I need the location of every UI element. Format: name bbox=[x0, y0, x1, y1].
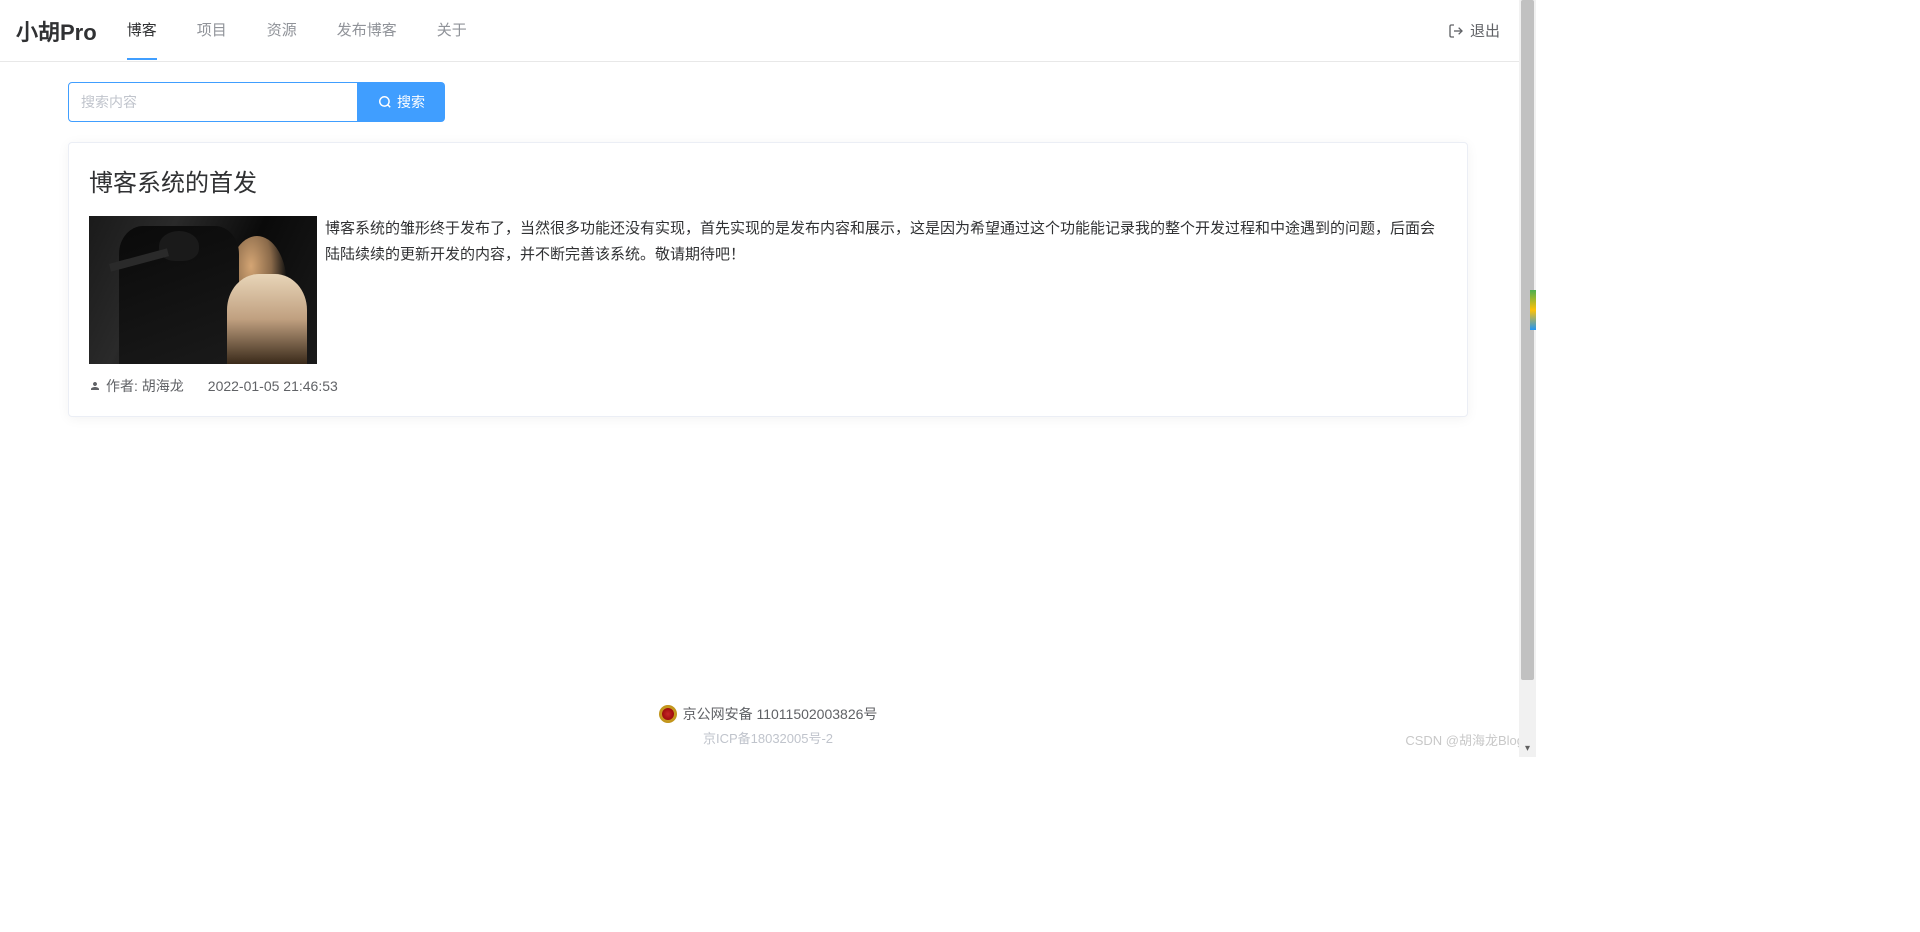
post-title: 博客系统的首发 bbox=[89, 163, 1447, 198]
post-card[interactable]: 博客系统的首发 博客系统的雏形终于发布了，当然很多功能还没有实现，首先实现的是发… bbox=[68, 142, 1468, 417]
brand-logo[interactable]: 小胡Pro bbox=[16, 15, 97, 47]
nav-item-resource[interactable]: 资源 bbox=[267, 1, 297, 60]
scrollbar[interactable]: ▾ bbox=[1519, 0, 1536, 757]
search-button-label: 搜索 bbox=[397, 92, 425, 112]
nav-item-project[interactable]: 项目 bbox=[197, 1, 227, 60]
post-author-label: 作者: 胡海龙 bbox=[106, 376, 184, 396]
beian-text: 京公网安备 11011502003826号 bbox=[683, 704, 878, 724]
side-color-tab bbox=[1530, 290, 1536, 330]
search-button[interactable]: 搜索 bbox=[358, 82, 445, 122]
nav-left: 小胡Pro 博客 项目 资源 发布博客 关于 bbox=[16, 1, 467, 60]
post-author: 作者: 胡海龙 bbox=[89, 376, 184, 396]
post-body: 博客系统的雏形终于发布了，当然很多功能还没有实现，首先实现的是发布内容和展示，这… bbox=[89, 216, 1447, 364]
search-input[interactable] bbox=[68, 82, 358, 122]
logout-icon bbox=[1448, 23, 1464, 39]
nav-item-about[interactable]: 关于 bbox=[437, 1, 467, 60]
search-row: 搜索 bbox=[68, 82, 1468, 122]
watermark: CSDN @胡海龙Blog bbox=[1405, 730, 1524, 749]
scrollbar-thumb[interactable] bbox=[1521, 0, 1534, 680]
post-summary: 博客系统的雏形终于发布了，当然很多功能还没有实现，首先实现的是发布内容和展示，这… bbox=[325, 216, 1447, 364]
post-meta: 作者: 胡海龙 2022-01-05 21:46:53 bbox=[89, 376, 1447, 396]
post-thumbnail bbox=[89, 216, 317, 364]
footer-beian[interactable]: 京公网安备 11011502003826号 bbox=[0, 704, 1536, 724]
nav-items: 博客 项目 资源 发布博客 关于 bbox=[127, 1, 467, 60]
scroll-down-arrow[interactable]: ▾ bbox=[1519, 740, 1536, 757]
navbar: 小胡Pro 博客 项目 资源 发布博客 关于 退出 bbox=[0, 0, 1536, 62]
search-icon bbox=[378, 95, 392, 109]
logout-label: 退出 bbox=[1470, 20, 1500, 41]
user-icon bbox=[89, 380, 101, 392]
footer: 京公网安备 11011502003826号 京ICP备18032005号-2 bbox=[0, 694, 1536, 757]
police-badge-icon bbox=[659, 705, 677, 723]
logout-button[interactable]: 退出 bbox=[1448, 20, 1520, 41]
nav-item-publish[interactable]: 发布博客 bbox=[337, 1, 397, 60]
post-timestamp: 2022-01-05 21:46:53 bbox=[208, 378, 338, 394]
footer-icp[interactable]: 京ICP备18032005号-2 bbox=[0, 728, 1536, 747]
nav-item-blog[interactable]: 博客 bbox=[127, 1, 157, 60]
main-container: 搜索 博客系统的首发 博客系统的雏形终于发布了，当然很多功能还没有实现，首先实现… bbox=[68, 62, 1468, 437]
